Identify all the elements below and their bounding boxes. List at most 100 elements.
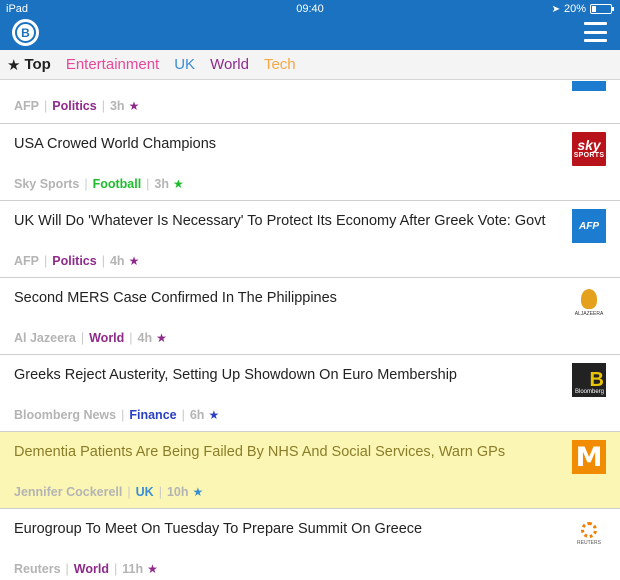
item-source: Jennifer Cockerell (14, 485, 123, 499)
item-meta: Bloomberg News | Finance | 6h ★ (14, 408, 219, 422)
item-headline[interactable]: Second MERS Case Confirmed In The Philip… (14, 289, 554, 307)
item-time: 3h (109, 99, 125, 113)
meta-divider: | (121, 408, 125, 422)
category-tabs: ★ Top Entertainment UK World Tech (0, 50, 620, 80)
meta-divider: | (158, 485, 162, 499)
meta-divider: | (129, 331, 133, 345)
status-time: 09:40 (296, 3, 324, 15)
metro-logo-icon: M (572, 440, 606, 474)
meta-divider: | (65, 562, 69, 576)
meta-divider: | (181, 408, 185, 422)
meta-divider: | (146, 177, 150, 191)
reuters-logo-icon: REUTERS (572, 517, 606, 551)
star-icon[interactable]: ★ (208, 408, 219, 422)
item-source: AFP (14, 254, 39, 268)
tab-tech[interactable]: Tech (264, 56, 296, 73)
list-item[interactable]: AFP | Politics | 3h ★ (0, 81, 620, 124)
tab-label: Top (24, 56, 51, 73)
star-icon[interactable]: ★ (147, 562, 158, 576)
list-item[interactable]: UK Will Do 'Whatever Is Necessary' To Pr… (0, 201, 620, 278)
thumb-sub: ALJAZEERA (574, 311, 604, 317)
item-category[interactable]: Politics (52, 254, 96, 268)
tab-label: Entertainment (65, 56, 160, 73)
item-source: Reuters (14, 562, 61, 576)
top-bar: iPad 09:40 ➤ 20% B (0, 0, 620, 50)
star-icon[interactable]: ★ (156, 331, 167, 345)
star-icon[interactable]: ★ (173, 177, 184, 191)
thumb-sub: SPORTS (573, 152, 605, 159)
thumb-sub: REUTERS (577, 540, 601, 546)
meta-divider: | (84, 177, 88, 191)
tab-top[interactable]: ★ Top (7, 56, 51, 74)
item-headline[interactable]: Dementia Patients Are Being Failed By NH… (14, 443, 554, 461)
star-icon: ★ (7, 56, 21, 74)
star-icon[interactable]: ★ (129, 99, 140, 113)
item-time: 6h (189, 408, 205, 422)
tab-label: World (210, 56, 249, 73)
list-item[interactable]: Second MERS Case Confirmed In The Philip… (0, 278, 620, 355)
tab-entertainment[interactable]: Entertainment (66, 56, 159, 73)
meta-divider: | (113, 562, 118, 576)
item-headline[interactable]: UK Will Do 'Whatever Is Necessary' To Pr… (14, 212, 554, 230)
logo-mark (581, 289, 597, 309)
tab-label: Tech (263, 56, 296, 73)
meta-divider: | (101, 99, 105, 113)
item-time: 10h (166, 485, 189, 499)
afp-logo-icon: AFP (572, 209, 606, 243)
bloom-logo-icon: B Bloomberg (572, 363, 606, 397)
item-meta: Jennifer Cockerell | UK | 10h ★ (14, 485, 203, 499)
tab-world[interactable]: World (210, 56, 249, 73)
tab-label: UK (174, 56, 196, 73)
item-source: AFP (14, 99, 39, 113)
battery-icon (590, 4, 614, 14)
item-category[interactable]: UK (136, 485, 154, 499)
sky-logo-icon: sky SPORTS (572, 132, 606, 166)
item-source: Al Jazeera (14, 331, 76, 345)
star-icon[interactable]: ★ (193, 485, 204, 499)
hamburger-menu-icon[interactable] (584, 22, 607, 42)
logo-letter: B (15, 22, 36, 43)
battery-percent: 20% (563, 3, 586, 15)
item-time: 4h (109, 254, 125, 268)
location-arrow-icon: ➤ (551, 3, 560, 15)
item-meta: AFP | Politics | 4h ★ (14, 254, 139, 268)
item-category[interactable]: World (74, 562, 109, 576)
item-time: 3h (154, 177, 170, 191)
status-right: ➤ 20% (551, 3, 614, 15)
tab-uk[interactable]: UK (174, 56, 195, 73)
app-logo[interactable]: B (12, 19, 39, 46)
item-meta: Reuters | World | 11h ★ (14, 562, 158, 576)
item-time: 4h (137, 331, 153, 345)
item-headline[interactable]: USA Crowed World Champions (14, 135, 554, 153)
list-item[interactable]: Dementia Patients Are Being Failed By NH… (0, 432, 620, 509)
item-category[interactable]: Finance (129, 408, 176, 422)
item-category[interactable]: Politics (52, 99, 96, 113)
meta-divider: | (44, 99, 48, 113)
item-headline[interactable]: Eurogroup To Meet On Tuesday To Prepare … (14, 520, 554, 538)
thumb-sub: Bloomberg (574, 389, 604, 395)
logo-mark (581, 522, 597, 538)
status-bar: iPad 09:40 ➤ 20% (0, 0, 620, 18)
afp-logo-icon (572, 81, 606, 91)
meta-divider: | (44, 254, 48, 268)
item-category[interactable]: World (89, 331, 124, 345)
meta-divider: | (127, 485, 131, 499)
item-category[interactable]: Football (93, 177, 142, 191)
item-source: Bloomberg News (14, 408, 117, 422)
aj-logo-icon: ALJAZEERA (572, 286, 606, 320)
thumb-text: sky (577, 137, 601, 153)
meta-divider: | (101, 254, 105, 268)
item-headline[interactable]: Greeks Reject Austerity, Setting Up Show… (14, 366, 554, 384)
list-item[interactable]: USA Crowed World Champions sky SPORTS Sky S… (0, 124, 620, 201)
star-icon[interactable]: ★ (129, 254, 140, 268)
item-meta: Al Jazeera | World | 4h ★ (14, 331, 167, 345)
item-meta: AFP | Politics | 3h ★ (14, 99, 139, 113)
list-item[interactable]: Greeks Reject Austerity, Setting Up Show… (0, 355, 620, 432)
item-source: Sky Sports (14, 177, 80, 191)
item-time: 11h (122, 562, 144, 576)
news-feed: AFP | Politics | 3h ★ USA Crowed World C… (0, 81, 620, 580)
list-item[interactable]: Eurogroup To Meet On Tuesday To Prepare … (0, 509, 620, 580)
meta-divider: | (80, 331, 85, 345)
thumb-text: B (589, 369, 604, 391)
item-meta: Sky Sports | Football | 3h ★ (14, 177, 184, 191)
